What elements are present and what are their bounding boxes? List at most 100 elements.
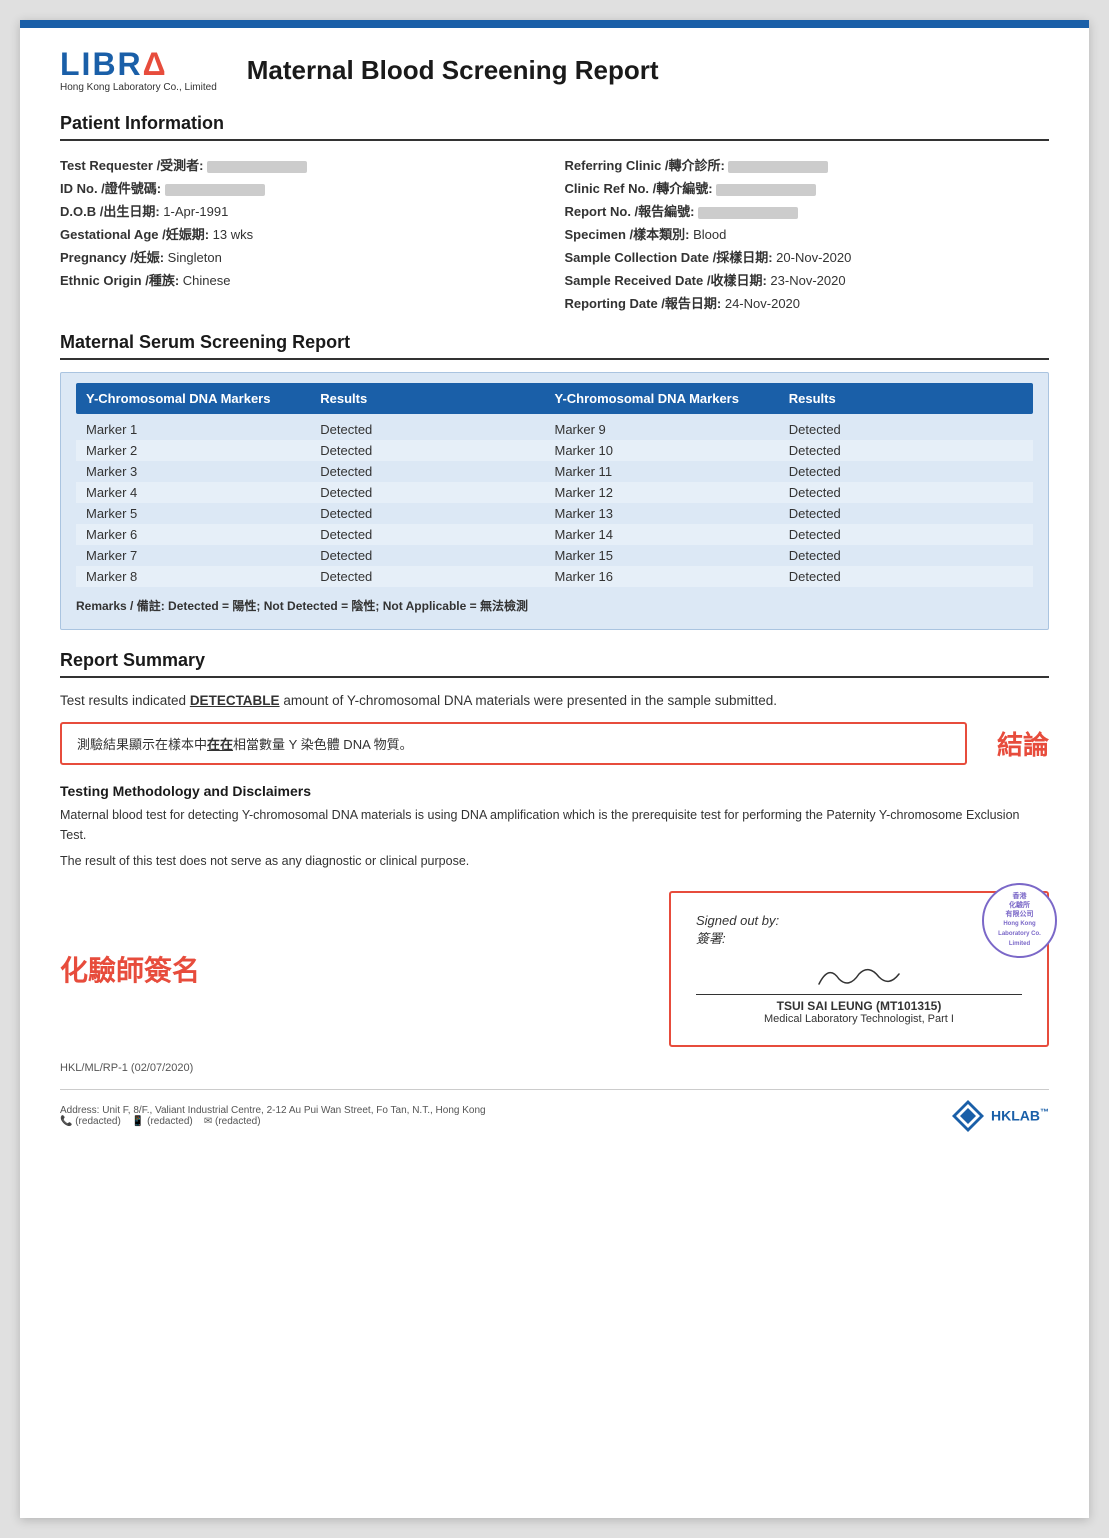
- hklab-logo: HKLAB™: [950, 1098, 1049, 1134]
- hklab-diamond-icon: [950, 1098, 986, 1134]
- result-left: Detected: [320, 569, 554, 584]
- marker-right: Marker 13: [555, 506, 789, 521]
- patient-row-reporting-date: Reporting Date /報告日期: 24-Nov-2020: [565, 291, 1050, 314]
- clinic-ref-value: [716, 184, 816, 196]
- marker-left: Marker 3: [86, 464, 320, 479]
- report-page: LIBRΔ Hong Kong Laboratory Co., Limited …: [20, 20, 1089, 1518]
- patient-row-report-no: Report No. /報告編號:: [565, 199, 1050, 222]
- detectable-word: DETECTABLE: [190, 693, 280, 708]
- summary-text: Test results indicated DETECTABLE amount…: [60, 690, 1049, 712]
- result-right: Detected: [789, 422, 1023, 437]
- result-right: Detected: [789, 548, 1023, 563]
- patient-row-clinic-ref: Clinic Ref No. /轉介編號:: [565, 176, 1050, 199]
- table-row: Marker 2 Detected Marker 10 Detected: [76, 440, 1033, 461]
- marker-left: Marker 7: [86, 548, 320, 563]
- stamp-text: 香港化驗所有限公司 Hong KongLaboratory Co.Limited: [995, 889, 1044, 952]
- marker-left: Marker 6: [86, 527, 320, 542]
- result-left: Detected: [320, 485, 554, 500]
- conclusion-box-area: 測驗結果顯示在樣本中在在相當數量 Y 染色體 DNA 物質。 結論: [60, 722, 1049, 765]
- result-right: Detected: [789, 485, 1023, 500]
- result-left: Detected: [320, 443, 554, 458]
- patient-info-header: Patient Information: [60, 113, 1049, 141]
- signature-line: [696, 955, 1022, 995]
- chinese-underline: 在在: [207, 737, 233, 752]
- requester-value: [207, 161, 307, 173]
- col2-header: Results: [320, 391, 554, 406]
- result-left: Detected: [320, 506, 554, 521]
- result-right: Detected: [789, 464, 1023, 479]
- top-accent-bar: [20, 20, 1089, 28]
- chemist-label: 化驗師簽名: [60, 949, 200, 989]
- table-row: Marker 7 Detected Marker 15 Detected: [76, 545, 1033, 566]
- hklab-text: HKLAB™: [991, 1107, 1049, 1124]
- patient-row-clinic: Referring Clinic /轉介診所:: [565, 153, 1050, 176]
- patient-row-collection-date: Sample Collection Date /採樣日期: 20-Nov-202…: [565, 245, 1050, 268]
- patient-row-requester: Test Requester /受測者:: [60, 153, 545, 176]
- signed-out-text: Signed out by: 簽署:: [696, 913, 1022, 947]
- logo-area: LIBRΔ Hong Kong Laboratory Co., Limited: [60, 48, 217, 93]
- marker-right: Marker 15: [555, 548, 789, 563]
- marker-left: Marker 4: [86, 485, 320, 500]
- methodology-title: Testing Methodology and Disclaimers: [60, 783, 1049, 799]
- report-title: Maternal Blood Screening Report: [247, 55, 659, 86]
- table-row: Marker 3 Detected Marker 11 Detected: [76, 461, 1033, 482]
- methodology-text1: Maternal blood test for detecting Y-chro…: [60, 805, 1049, 845]
- signature-svg: [809, 959, 909, 994]
- marker-right: Marker 12: [555, 485, 789, 500]
- patient-row-id: ID No. /證件號碼:: [60, 176, 545, 199]
- table-row: Marker 8 Detected Marker 16 Detected: [76, 566, 1033, 587]
- patient-row-ethnic: Ethnic Origin /種族: Chinese: [60, 268, 545, 291]
- markers-header-row: Y-Chromosomal DNA Markers Results Y-Chro…: [76, 383, 1033, 414]
- remarks-row: Remarks / 備註: Detected = 陽性; Not Detecte…: [76, 597, 1033, 614]
- result-left: Detected: [320, 422, 554, 437]
- signature-box: 香港化驗所有限公司 Hong KongLaboratory Co.Limited…: [669, 891, 1049, 1047]
- marker-right: Marker 14: [555, 527, 789, 542]
- footer-doc-number: HKL/ML/RP-1 (02/07/2020): [60, 1062, 1049, 1074]
- address-area: Address: Unit F, 8/F., Valiant Industria…: [60, 1105, 486, 1127]
- result-right: Detected: [789, 527, 1023, 542]
- result-right: Detected: [789, 506, 1023, 521]
- summary-header: Report Summary: [60, 650, 1049, 678]
- address-text: Address: Unit F, 8/F., Valiant Industria…: [60, 1105, 486, 1116]
- lab-stamp: 香港化驗所有限公司 Hong KongLaboratory Co.Limited: [982, 883, 1057, 958]
- markers-table-container: Y-Chromosomal DNA Markers Results Y-Chro…: [60, 372, 1049, 630]
- red-result-box: 測驗結果顯示在樣本中在在相當數量 Y 染色體 DNA 物質。: [60, 722, 967, 765]
- contact-text: 📞 (redacted) 📱 (redacted) ✉ (redacted): [60, 1116, 486, 1127]
- serum-section-header: Maternal Serum Screening Report: [60, 332, 1049, 360]
- report-header: LIBRΔ Hong Kong Laboratory Co., Limited …: [60, 48, 1049, 93]
- marker-right: Marker 16: [555, 569, 789, 584]
- marker-left: Marker 5: [86, 506, 320, 521]
- col1-header: Y-Chromosomal DNA Markers: [86, 391, 320, 406]
- id-value: [165, 184, 265, 196]
- result-right: Detected: [789, 443, 1023, 458]
- report-no-value: [698, 207, 798, 219]
- patient-row-pregnancy: Pregnancy /妊娠: Singleton: [60, 245, 545, 268]
- signer-name: TSUI SAI LEUNG (MT101315): [696, 999, 1022, 1013]
- patient-row-received-date: Sample Received Date /收樣日期: 23-Nov-2020: [565, 268, 1050, 291]
- methodology-section: Testing Methodology and Disclaimers Mate…: [60, 783, 1049, 871]
- marker-right: Marker 11: [555, 464, 789, 479]
- signature-area: 化驗師簽名 香港化驗所有限公司 Hong KongLaboratory Co.L…: [60, 891, 1049, 1047]
- patient-right-col: Referring Clinic /轉介診所: Clinic Ref No. /…: [565, 153, 1050, 314]
- marker-right: Marker 9: [555, 422, 789, 437]
- patient-left-col: Test Requester /受測者: ID No. /證件號碼: D.O.B…: [60, 153, 545, 314]
- result-left: Detected: [320, 527, 554, 542]
- bottom-bar: Address: Unit F, 8/F., Valiant Industria…: [60, 1089, 1049, 1134]
- serum-section: Maternal Serum Screening Report Y-Chromo…: [60, 332, 1049, 630]
- table-row: Marker 1 Detected Marker 9 Detected: [76, 419, 1033, 440]
- result-right: Detected: [789, 569, 1023, 584]
- patient-info-section: Patient Information Test Requester /受測者:…: [60, 113, 1049, 314]
- table-row: Marker 4 Detected Marker 12 Detected: [76, 482, 1033, 503]
- patient-row-gest-age: Gestational Age /妊娠期: 13 wks: [60, 222, 545, 245]
- result-left: Detected: [320, 464, 554, 479]
- marker-right: Marker 10: [555, 443, 789, 458]
- conclusion-label: 結論: [997, 725, 1049, 762]
- marker-left: Marker 2: [86, 443, 320, 458]
- signer-title: Medical Laboratory Technologist, Part I: [696, 1013, 1022, 1025]
- marker-left: Marker 8: [86, 569, 320, 584]
- markers-rows: Marker 1 Detected Marker 9 Detected Mark…: [76, 419, 1033, 587]
- clinic-value: [728, 161, 828, 173]
- logo-text: LIBRΔ: [60, 48, 168, 80]
- table-row: Marker 6 Detected Marker 14 Detected: [76, 524, 1033, 545]
- patient-row-dob: D.O.B /出生日期: 1-Apr-1991: [60, 199, 545, 222]
